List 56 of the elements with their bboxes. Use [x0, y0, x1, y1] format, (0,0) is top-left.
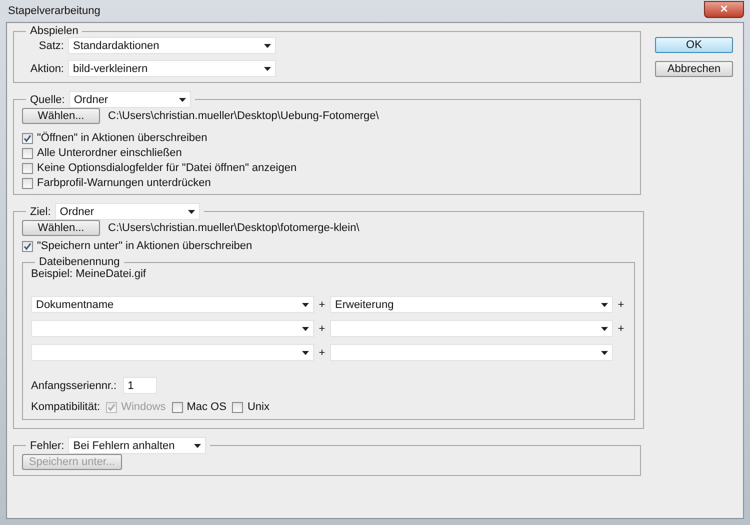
field-label: Ziel: — [30, 206, 51, 218]
checkbox[interactable] — [22, 162, 33, 174]
caret-icon — [188, 210, 195, 214]
field-label: Fehler: — [30, 440, 64, 452]
plus-sign: + — [616, 298, 626, 310]
caret-icon — [302, 350, 309, 354]
field-label: Satz: — [38, 40, 64, 52]
dropdown[interactable]: bild-verkleinern — [68, 60, 276, 77]
dropdown[interactable]: Bei Fehlern anhalten — [68, 437, 206, 454]
checkbox-label: "Speichern unter" in Aktionen überschreiben — [37, 240, 252, 252]
caret-icon — [194, 444, 202, 448]
checkbox-label: Keine Optionsdialogfelder für "Datei öffnen" anzeigen — [37, 162, 297, 174]
checkbox-label: Mac OS — [186, 401, 226, 413]
choose-button[interactable]: Wählen... — [22, 108, 100, 124]
checkbox-label: "Öffnen" in Aktionen überschreiben — [37, 132, 208, 144]
checkbox-label: Windows — [121, 401, 166, 413]
checkbox[interactable] — [22, 240, 33, 252]
field-label: Anfangsseriennr.: — [31, 380, 117, 392]
dropdown[interactable]: Ordner — [54, 203, 200, 220]
window-title: Stapelverarbeitung — [7, 5, 100, 17]
section-title: Dateibenennung — [39, 256, 120, 268]
serial-number-field[interactable]: 1 — [122, 377, 157, 394]
folder-path: C:\Users\christian.mueller\Desktop\fotomerge-klein\ — [108, 222, 360, 234]
dropdown[interactable]: Standardaktionen — [68, 37, 276, 54]
caret-icon — [264, 66, 271, 70]
checkbox[interactable] — [22, 178, 33, 188]
checkbox[interactable] — [232, 402, 244, 412]
dropdown[interactable]: Dokumentname — [31, 296, 314, 313]
checkbox[interactable] — [172, 402, 183, 412]
dialog-button[interactable]: OK — [655, 37, 733, 53]
checkbox-label: Unix — [247, 401, 270, 413]
plus-sign: + — [318, 346, 326, 358]
plus-sign: + — [616, 322, 626, 334]
example-text: Beispiel: MeineDatei.gif — [31, 268, 147, 280]
plus-sign: + — [318, 298, 326, 310]
field-label: Aktion: — [29, 62, 64, 74]
field-label: Kompatibilität: — [31, 401, 100, 413]
caret-icon — [302, 302, 309, 306]
choose-button[interactable]: Wählen... — [22, 220, 100, 236]
caret-icon — [302, 326, 309, 330]
checkbox[interactable] — [22, 132, 33, 144]
dropdown[interactable]: Erweiterung — [330, 296, 613, 313]
checkbox[interactable] — [22, 148, 33, 158]
caret-icon — [601, 326, 608, 330]
folder-path: C:\Users\christian.mueller\Desktop\Uebung-Fotomerge\ — [108, 110, 379, 122]
field-label: Quelle: — [30, 94, 65, 106]
plus-sign: + — [318, 322, 326, 334]
checkbox-label: Alle Unterordner einschließen — [37, 147, 182, 159]
caret-icon — [264, 44, 271, 48]
dropdown[interactable]: Ordner — [68, 91, 191, 108]
caret-icon — [601, 350, 608, 354]
dialog-button[interactable]: Abbrechen — [655, 61, 733, 77]
checkbox-label: Farbprofil-Warnungen unterdrücken — [37, 177, 211, 189]
caret-icon — [601, 302, 608, 306]
caret-icon — [178, 98, 186, 102]
section-title: Abspielen — [30, 25, 78, 37]
